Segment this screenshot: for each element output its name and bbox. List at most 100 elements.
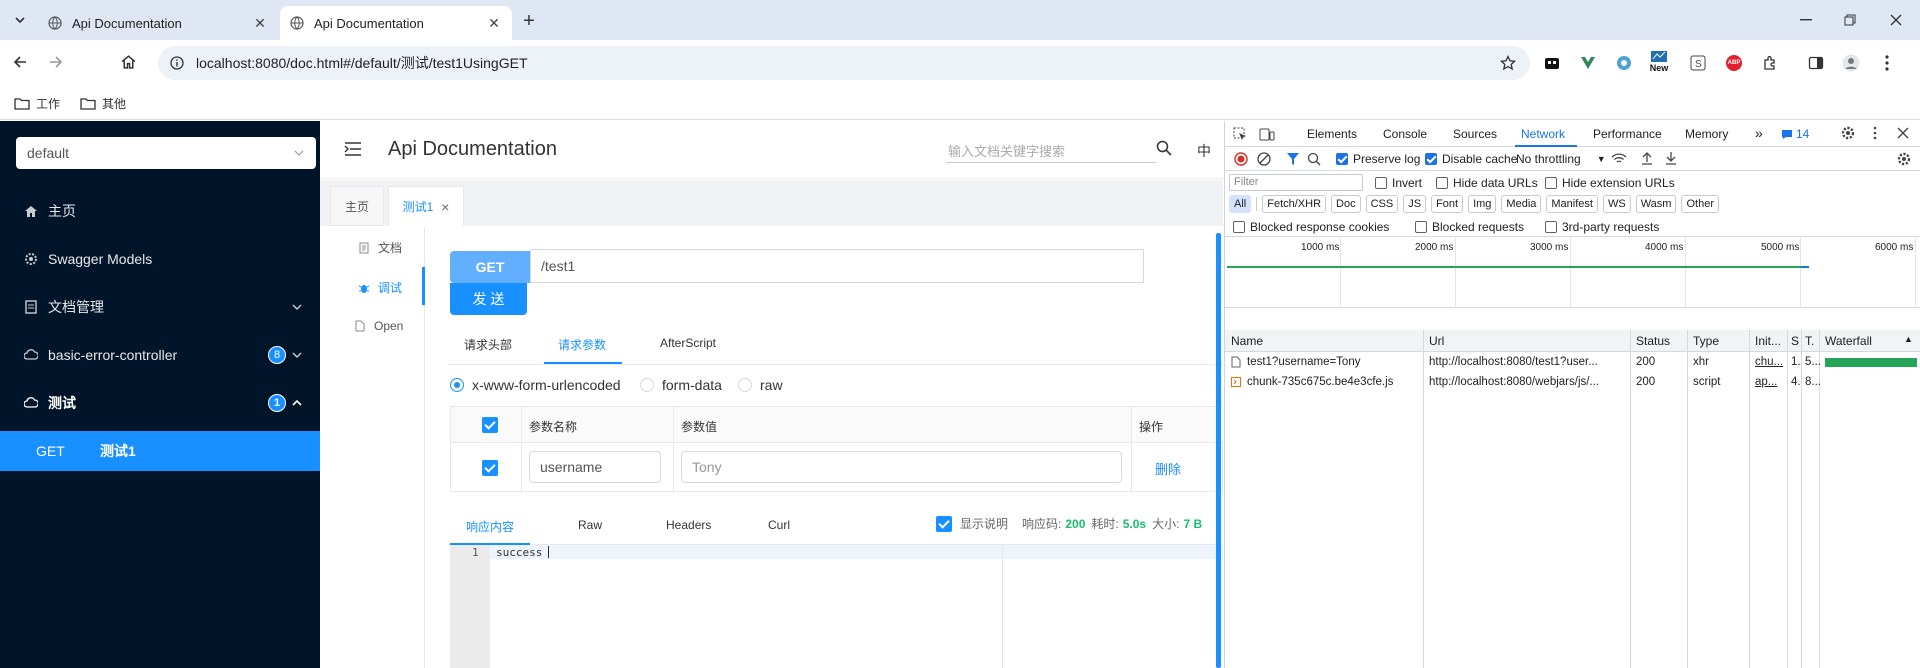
- type-filter-manifest[interactable]: Manifest: [1546, 195, 1598, 213]
- search-icon[interactable]: [1156, 140, 1172, 156]
- type-filter-font[interactable]: Font: [1431, 195, 1464, 213]
- settings-icon[interactable]: [1841, 126, 1855, 140]
- restore-button[interactable]: [1840, 10, 1860, 30]
- extension-grid-icon[interactable]: [1544, 55, 1560, 71]
- radio-urlencoded[interactable]: x-www-form-urlencoded: [450, 377, 621, 393]
- throttling-select[interactable]: No throttling ▼: [1516, 152, 1606, 166]
- type-filter-wasm[interactable]: Wasm: [1635, 195, 1677, 213]
- omnibox[interactable]: localhost:8080/doc.html#/default/测试/test…: [158, 46, 1530, 80]
- tab-response-content[interactable]: 响应内容: [466, 518, 514, 535]
- extension-s-icon[interactable]: S: [1690, 55, 1706, 71]
- select-all-checkbox[interactable]: [482, 417, 498, 433]
- sidebar-item-test[interactable]: 测试 1: [0, 379, 320, 427]
- filter-icon[interactable]: [1287, 153, 1299, 165]
- request-initiator[interactable]: ap...: [1755, 376, 1777, 388]
- network-settings-icon[interactable]: [1897, 152, 1911, 166]
- request-row[interactable]: chunk-735c675c.be4e3cfe.js http://localh…: [1225, 372, 1920, 392]
- disable-cache-checkbox[interactable]: Disable cache: [1425, 152, 1517, 166]
- column-header-time[interactable]: T.: [1805, 334, 1814, 348]
- minimize-button[interactable]: [1796, 10, 1816, 30]
- sidebar-item-doc-management[interactable]: 文档管理: [0, 283, 320, 331]
- param-name-input[interactable]: username: [529, 451, 661, 483]
- column-header-size[interactable]: S: [1791, 334, 1799, 348]
- extension-new-icon[interactable]: New: [1646, 50, 1672, 73]
- request-row[interactable]: test1?username=Tony http://localhost:808…: [1225, 352, 1920, 372]
- column-header-url[interactable]: Url: [1429, 334, 1444, 348]
- radio-form-data[interactable]: form-data: [640, 377, 722, 393]
- site-info-icon[interactable]: [170, 56, 184, 70]
- tab-raw[interactable]: Raw: [578, 518, 602, 532]
- third-party-checkbox[interactable]: 3rd-party requests: [1545, 220, 1659, 234]
- type-filter-fetch[interactable]: Fetch/XHR: [1262, 195, 1327, 213]
- puzzle-icon[interactable]: [1762, 55, 1778, 71]
- hide-extension-urls-checkbox[interactable]: Hide extension URLs: [1545, 176, 1675, 190]
- devtools-tab-console[interactable]: Console: [1383, 127, 1427, 141]
- type-filter-ws[interactable]: WS: [1602, 195, 1631, 213]
- type-filter-media[interactable]: Media: [1501, 195, 1542, 213]
- close-icon[interactable]: ×: [441, 199, 449, 215]
- network-conditions-icon[interactable]: [1611, 152, 1627, 166]
- column-header-status[interactable]: Status: [1636, 334, 1670, 348]
- group-select[interactable]: default: [16, 137, 316, 169]
- tab-list-dropdown-button[interactable]: [8, 8, 32, 32]
- tab-afterscript[interactable]: AfterScript: [660, 336, 716, 350]
- browser-tab-1[interactable]: Api Documentation ✕: [38, 6, 278, 40]
- devtools-tab-sources[interactable]: Sources: [1453, 127, 1497, 141]
- record-icon[interactable]: [1234, 152, 1248, 166]
- radio-raw[interactable]: raw: [738, 377, 783, 393]
- send-button[interactable]: 发 送: [450, 283, 527, 315]
- sidebar-subitem-test1[interactable]: GET 测试1: [0, 431, 320, 471]
- issues-counter[interactable]: 14: [1781, 127, 1809, 141]
- forward-button[interactable]: [48, 54, 64, 70]
- tab-request-params[interactable]: 请求参数: [558, 336, 606, 353]
- hide-data-urls-checkbox[interactable]: Hide data URLs: [1436, 176, 1538, 190]
- back-button[interactable]: [12, 54, 28, 70]
- inspect-element-icon[interactable]: [1233, 127, 1247, 141]
- language-switch[interactable]: 中: [1197, 141, 1211, 161]
- new-tab-button[interactable]: +: [518, 10, 540, 32]
- devtools-tab-performance[interactable]: Performance: [1593, 127, 1662, 141]
- devtools-tab-elements[interactable]: Elements: [1307, 127, 1357, 141]
- nav-debug[interactable]: 调试: [358, 279, 402, 296]
- sidebar-item-home[interactable]: 主页: [0, 187, 320, 235]
- close-window-button[interactable]: [1886, 10, 1906, 30]
- invert-checkbox[interactable]: Invert: [1375, 176, 1422, 190]
- sidebar-item-basic-error-controller[interactable]: basic-error-controller 8: [0, 331, 320, 379]
- request-initiator[interactable]: chu...: [1755, 356, 1783, 368]
- response-editor[interactable]: 1 success: [450, 545, 1223, 668]
- import-har-icon[interactable]: [1641, 151, 1653, 165]
- more-menu-icon[interactable]: [1884, 54, 1890, 72]
- bookmark-folder-work[interactable]: 工作: [14, 95, 60, 112]
- devtools-tab-network[interactable]: Network: [1521, 127, 1565, 141]
- type-filter-img[interactable]: Img: [1468, 195, 1497, 213]
- show-desc-checkbox[interactable]: [936, 515, 952, 532]
- row-checkbox[interactable]: [482, 460, 498, 476]
- bookmark-folder-other[interactable]: 其他: [80, 95, 126, 112]
- tab-home[interactable]: 主页: [330, 186, 384, 226]
- request-path-input[interactable]: /test1: [530, 249, 1144, 283]
- vertical-scrollbar[interactable]: [1216, 233, 1221, 668]
- tab-test1[interactable]: 测试1 ×: [388, 186, 464, 226]
- preserve-log-checkbox[interactable]: Preserve log: [1336, 152, 1420, 166]
- profile-icon[interactable]: [1842, 54, 1860, 72]
- home-button[interactable]: [120, 53, 137, 70]
- side-panel-icon[interactable]: [1808, 55, 1824, 71]
- delete-link[interactable]: 删除: [1155, 459, 1181, 478]
- column-header-type[interactable]: Type: [1693, 334, 1719, 348]
- nav-open[interactable]: Open: [354, 319, 403, 333]
- sidebar-item-swagger-models[interactable]: Swagger Models: [0, 235, 320, 283]
- blocked-requests-checkbox[interactable]: Blocked requests: [1415, 220, 1524, 234]
- type-filter-all[interactable]: All: [1229, 195, 1252, 213]
- network-overview[interactable]: 1000 ms 2000 ms 3000 ms 4000 ms 5000 ms …: [1225, 238, 1920, 308]
- nav-document[interactable]: 文档: [358, 239, 402, 256]
- param-value-input[interactable]: Tony: [681, 451, 1122, 483]
- search-icon[interactable]: [1307, 152, 1321, 166]
- column-header-waterfall[interactable]: Waterfall: [1825, 334, 1872, 348]
- tab-curl[interactable]: Curl: [768, 518, 790, 532]
- close-tab-icon[interactable]: ✕: [252, 15, 268, 31]
- device-toolbar-icon[interactable]: [1259, 127, 1275, 141]
- column-header-initiator[interactable]: Init...: [1755, 334, 1781, 348]
- extension-vue-icon[interactable]: [1580, 55, 1596, 71]
- tab-headers[interactable]: Headers: [666, 518, 711, 532]
- close-devtools-icon[interactable]: [1897, 127, 1909, 139]
